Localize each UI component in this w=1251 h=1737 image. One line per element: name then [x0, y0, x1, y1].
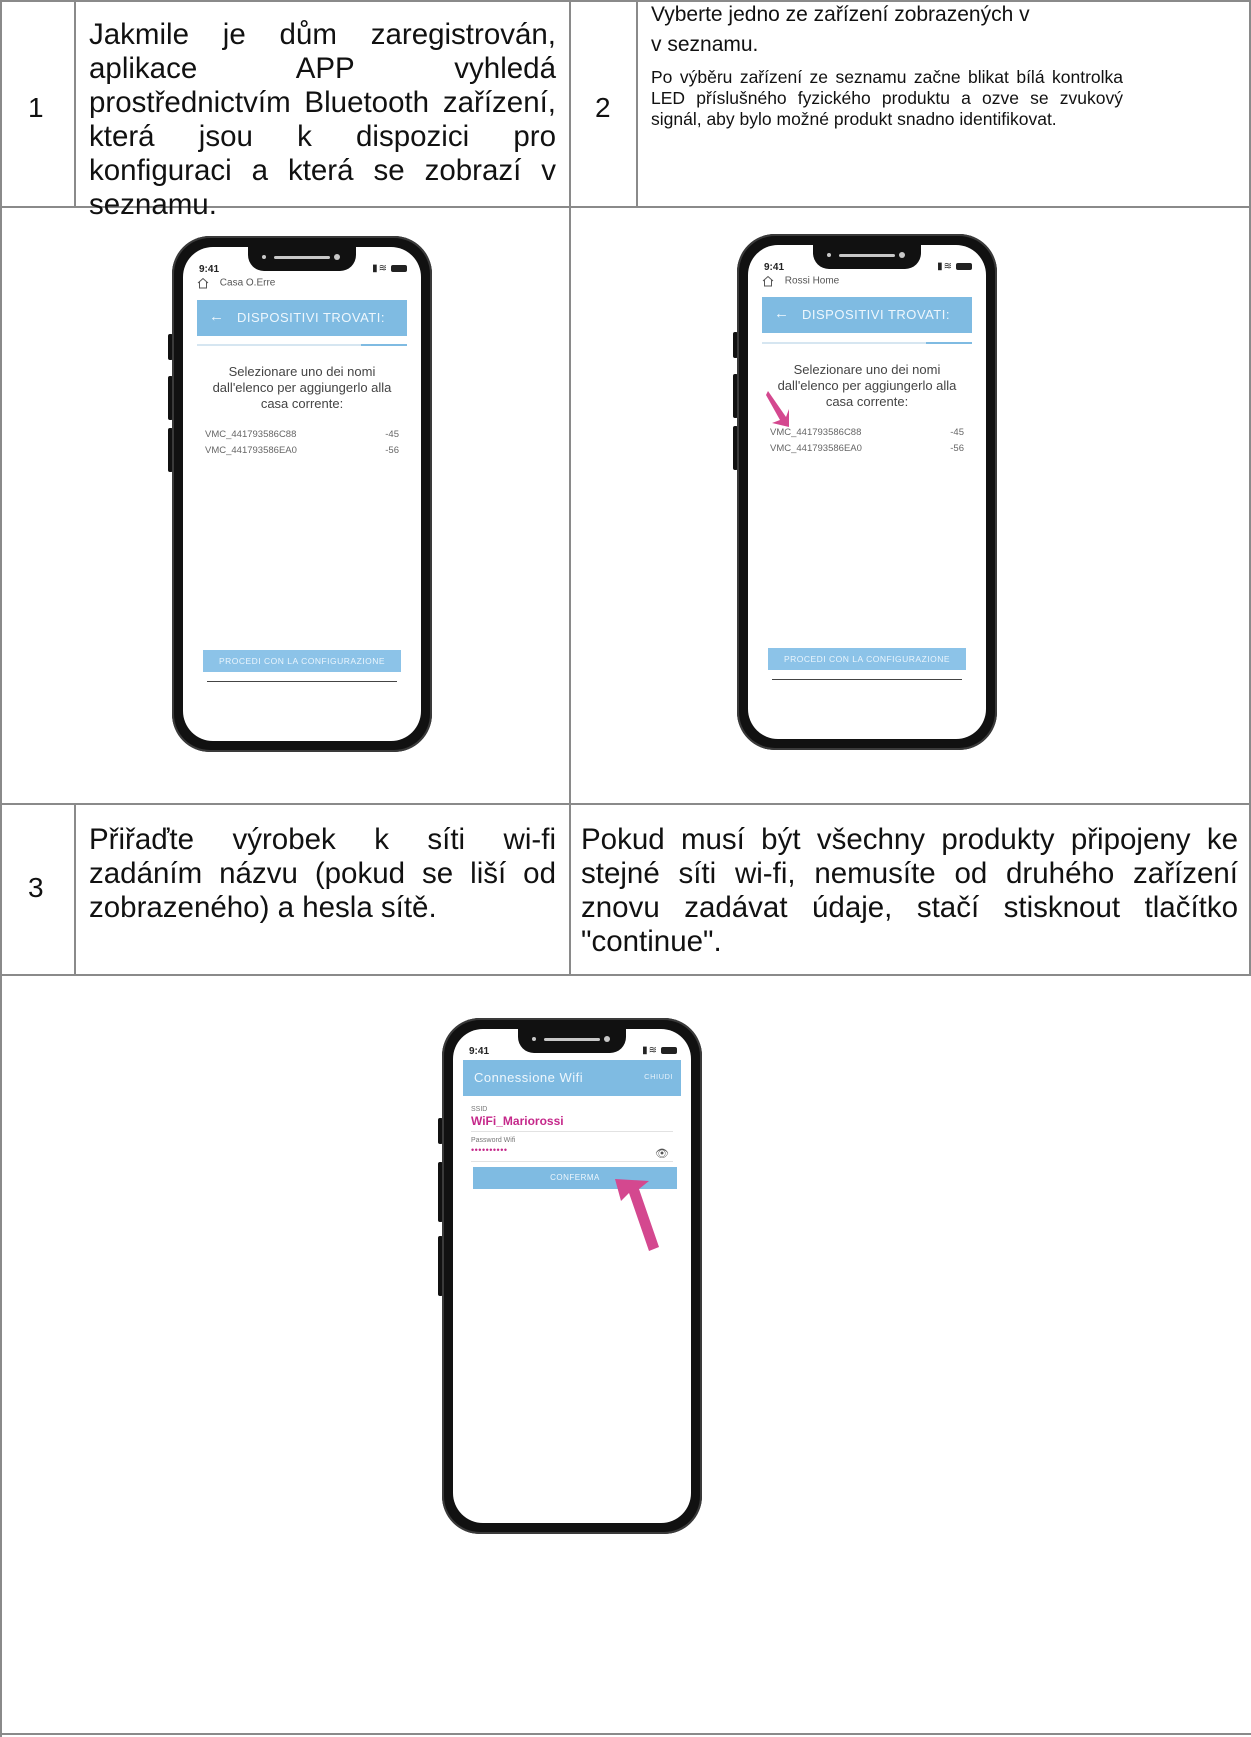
- divider: [772, 679, 962, 680]
- device-name: VMC_441793586EA0: [770, 443, 862, 454]
- proceed-button[interactable]: PROCEDI CON LA CONFIGURAZIONE: [768, 648, 966, 670]
- home-selector[interactable]: Rossi Home: [762, 275, 839, 287]
- home-selector[interactable]: Casa O.Erre: [197, 277, 275, 289]
- field-divider: [471, 1131, 673, 1132]
- status-icons: ▮≋: [642, 1045, 677, 1056]
- progress-bar: [197, 344, 407, 346]
- wifi-icon: ≋: [943, 261, 953, 272]
- device-name: VMC_441793586EA0: [205, 445, 297, 456]
- device-row[interactable]: VMC_441793586EA0 -56: [205, 445, 399, 456]
- step3-note: Pokud musí být všechny produkty připojen…: [581, 823, 1238, 958]
- status-time: 9:41: [199, 264, 220, 275]
- table-border-left: [0, 0, 2, 1737]
- phone-screenshot-3: 9:41 ▮≋ Connessione Wifi CHIUDI SSID WiF…: [438, 1018, 702, 1534]
- appbar: ← DISPOSITIVI TROVATI:: [762, 297, 972, 333]
- device-rssi: -45: [950, 427, 964, 438]
- col-divider-num3: [74, 803, 76, 974]
- device-rssi: -56: [950, 443, 964, 454]
- step2-title-line2: v seznamu.: [651, 33, 759, 56]
- home-icon: [197, 277, 209, 289]
- status-icons: ▮≋: [937, 261, 972, 272]
- password-field[interactable]: ••••••••••: [471, 1145, 508, 1155]
- battery-icon: [391, 264, 407, 272]
- col-divider-num2: [636, 0, 638, 206]
- device-row[interactable]: VMC_441793586EA0 -56: [770, 443, 964, 454]
- status-time: 9:41: [764, 262, 785, 273]
- wifi-icon: ≋: [378, 263, 388, 274]
- home-name: Rossi Home: [784, 275, 840, 287]
- step2-title-line1: Vyberte jedno ze zařízení zobrazených v: [651, 3, 1030, 26]
- proceed-button[interactable]: PROCEDI CON LA CONFIGURAZIONE: [203, 650, 401, 672]
- pointer-arrow-icon: [615, 1179, 659, 1251]
- step-number-3: 3: [28, 872, 44, 903]
- eye-icon[interactable]: 👁: [655, 1147, 669, 1160]
- phone-screenshot-2: 9:41 ▮≋ Rossi Home ← DISPOSITIVI TROVATI…: [733, 234, 997, 750]
- back-arrow-icon[interactable]: ←: [774, 305, 790, 322]
- ssid-field[interactable]: WiFi_Mariorossi: [471, 1114, 564, 1128]
- progress-bar: [762, 342, 972, 344]
- divider: [207, 681, 397, 682]
- appbar-title: DISPOSITIVI TROVATI:: [802, 307, 950, 322]
- device-rssi: -45: [385, 429, 399, 440]
- instruction-text: Selezionare uno dei nomi dall'elenco per…: [212, 364, 392, 411]
- field-divider: [471, 1161, 673, 1162]
- status-icons: ▮≋: [372, 263, 407, 274]
- phone-screenshot-1: 9:41 ▮≋ Casa O.Erre ← DISPOSITIVI TROVAT…: [168, 236, 432, 752]
- password-label: Password Wifi: [471, 1137, 516, 1144]
- device-row[interactable]: VMC_441793586C88 -45: [770, 427, 964, 438]
- device-name: VMC_441793586C88: [205, 429, 297, 440]
- col-divider-mid-row1: [569, 0, 571, 206]
- step1-text: Jakmile je dům zaregistrován, aplikace A…: [89, 18, 556, 221]
- status-time: 9:41: [469, 1046, 490, 1057]
- table-border-row2: [0, 803, 1251, 805]
- table-border-top: [0, 0, 1251, 2]
- col-divider-num1: [74, 0, 76, 206]
- step3-text: Přiřaďte výrobek k síti wi-fi zadáním ná…: [89, 823, 556, 924]
- ssid-label: SSID: [471, 1106, 488, 1113]
- close-button[interactable]: CHIUDI: [644, 1072, 673, 1081]
- device-row[interactable]: VMC_441793586C88 -45: [205, 429, 399, 440]
- step-number-1: 1: [28, 92, 44, 123]
- home-name: Casa O.Erre: [219, 277, 276, 289]
- device-rssi: -56: [385, 445, 399, 456]
- wifi-icon: ≋: [648, 1045, 658, 1056]
- appbar: Connessione Wifi CHIUDI: [463, 1060, 681, 1096]
- appbar-title: Connessione Wifi: [474, 1070, 584, 1085]
- appbar: ← DISPOSITIVI TROVATI:: [197, 300, 407, 336]
- battery-icon: [661, 1046, 677, 1054]
- table-border-row3: [0, 974, 1251, 976]
- step-number-2: 2: [595, 92, 611, 123]
- appbar-title: DISPOSITIVI TROVATI:: [237, 310, 385, 325]
- back-arrow-icon[interactable]: ←: [209, 308, 225, 325]
- table-border-bottom: [0, 1733, 1251, 1735]
- step2-body: Po výběru zařízení ze seznamu začne blik…: [651, 67, 1123, 129]
- instruction-text: Selezionare uno dei nomi dall'elenco per…: [777, 362, 957, 409]
- battery-icon: [956, 262, 972, 270]
- col-divider-mid-row2: [569, 206, 571, 803]
- col-divider-mid-row3: [569, 803, 571, 974]
- home-icon: [762, 275, 774, 287]
- pointer-arrow-icon: [766, 391, 789, 427]
